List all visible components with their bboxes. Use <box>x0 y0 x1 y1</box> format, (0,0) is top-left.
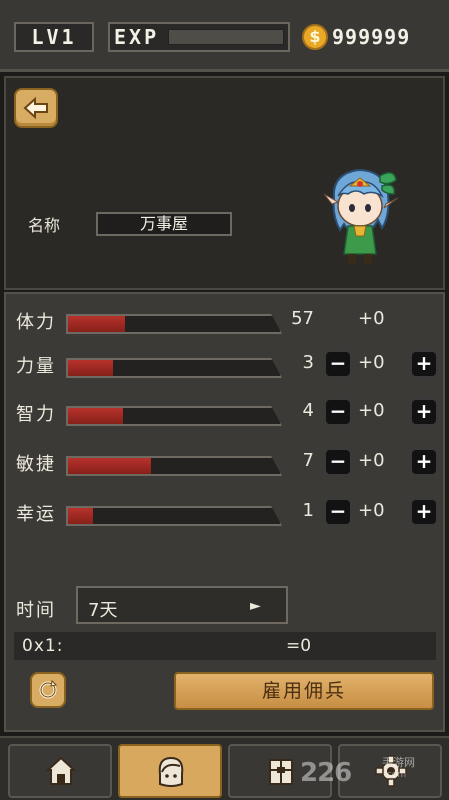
stat-bar <box>66 314 282 334</box>
watermark-text: 手游网 <box>382 756 415 769</box>
luck-plus-button[interactable]: + <box>410 498 438 526</box>
time-label: 时间 <box>16 600 56 621</box>
strength-minus-button[interactable]: − <box>324 350 352 378</box>
time-select[interactable]: 7天 ► <box>76 586 288 624</box>
nav-character-button[interactable] <box>118 744 222 798</box>
exp-display: EXP <box>108 22 290 52</box>
stat-row-stamina: 体力 57 +0 <box>6 304 447 338</box>
name-label: 名称 <box>28 216 61 235</box>
stat-label: 体力 <box>16 312 56 333</box>
character-icon <box>158 756 184 787</box>
top-hud: LV1 EXP $ 999999 <box>0 0 449 72</box>
stat-value: 7 <box>302 450 314 471</box>
stat-bar-fill <box>68 408 124 424</box>
cost-formula: 0x1: =0 <box>14 632 436 660</box>
exp-label: EXP <box>114 25 160 49</box>
level-display: LV1 <box>14 22 94 52</box>
intelligence-minus-button[interactable]: − <box>324 398 352 426</box>
stat-bar-fill <box>68 458 151 474</box>
character-panel: 名称 万事屋 <box>4 76 445 290</box>
stat-row-agility: 敏捷 7 − +0 + <box>6 446 447 480</box>
stat-value: 1 <box>302 500 314 521</box>
hire-mercenary-button[interactable]: 雇用佣兵 <box>174 672 434 710</box>
stat-value: 4 <box>302 400 314 421</box>
stat-bar <box>66 358 282 378</box>
back-button[interactable] <box>14 88 58 128</box>
formula-result: =0 <box>286 636 312 656</box>
stat-bar <box>66 406 282 426</box>
agility-minus-button[interactable]: − <box>324 448 352 476</box>
coin-icon: $ <box>302 24 328 50</box>
agility-plus-button[interactable]: + <box>410 448 438 476</box>
formula-expression: 0x1: <box>22 636 64 656</box>
intelligence-plus-button[interactable]: + <box>410 398 438 426</box>
stat-row-luck: 幸运 1 − +0 + <box>6 496 447 530</box>
inventory-icon <box>269 759 293 785</box>
refresh-button[interactable] <box>30 672 66 708</box>
exp-bar <box>168 29 284 45</box>
stat-bonus: +0 <box>358 400 385 421</box>
stat-bar <box>66 456 282 476</box>
stat-label: 敏捷 <box>16 454 56 475</box>
stat-row-strength: 力量 3 − +0 + <box>6 348 447 382</box>
name-field[interactable]: 万事屋 <box>96 212 232 236</box>
stat-value: 3 <box>302 352 314 373</box>
nav-home-button[interactable] <box>8 744 112 798</box>
luck-minus-button[interactable]: − <box>324 498 352 526</box>
stat-bonus: +0 <box>358 308 385 329</box>
stat-label: 智力 <box>16 404 56 425</box>
strength-plus-button[interactable]: + <box>410 350 438 378</box>
stat-value: 57 <box>291 308 314 329</box>
stat-bar <box>66 506 282 526</box>
watermark-logo: 226 <box>300 758 352 788</box>
stat-bar-fill <box>68 508 94 524</box>
stat-bonus: +0 <box>358 500 385 521</box>
stats-panel: 体力 57 +0 力量 3 − +0 + 智力 4 − +0 + 敏捷 7 − … <box>4 292 445 732</box>
refresh-icon <box>39 679 58 699</box>
home-icon <box>45 756 77 785</box>
watermark-url: .com <box>384 770 407 780</box>
bottom-nav: 226 手游网 .com <box>0 736 449 800</box>
stat-bar-fill <box>68 316 126 332</box>
stat-bonus: +0 <box>358 450 385 471</box>
stat-bar-fill <box>68 360 113 376</box>
time-value: 7天 <box>88 600 118 621</box>
stat-label: 幸运 <box>16 504 56 525</box>
stat-row-intelligence: 智力 4 − +0 + <box>6 396 447 430</box>
dropdown-arrow-icon: ► <box>250 598 261 614</box>
character-avatar <box>324 168 399 264</box>
back-arrow-icon <box>23 96 48 120</box>
coin-count: 999999 <box>332 25 411 49</box>
stat-bonus: +0 <box>358 352 385 373</box>
stat-label: 力量 <box>16 356 56 377</box>
